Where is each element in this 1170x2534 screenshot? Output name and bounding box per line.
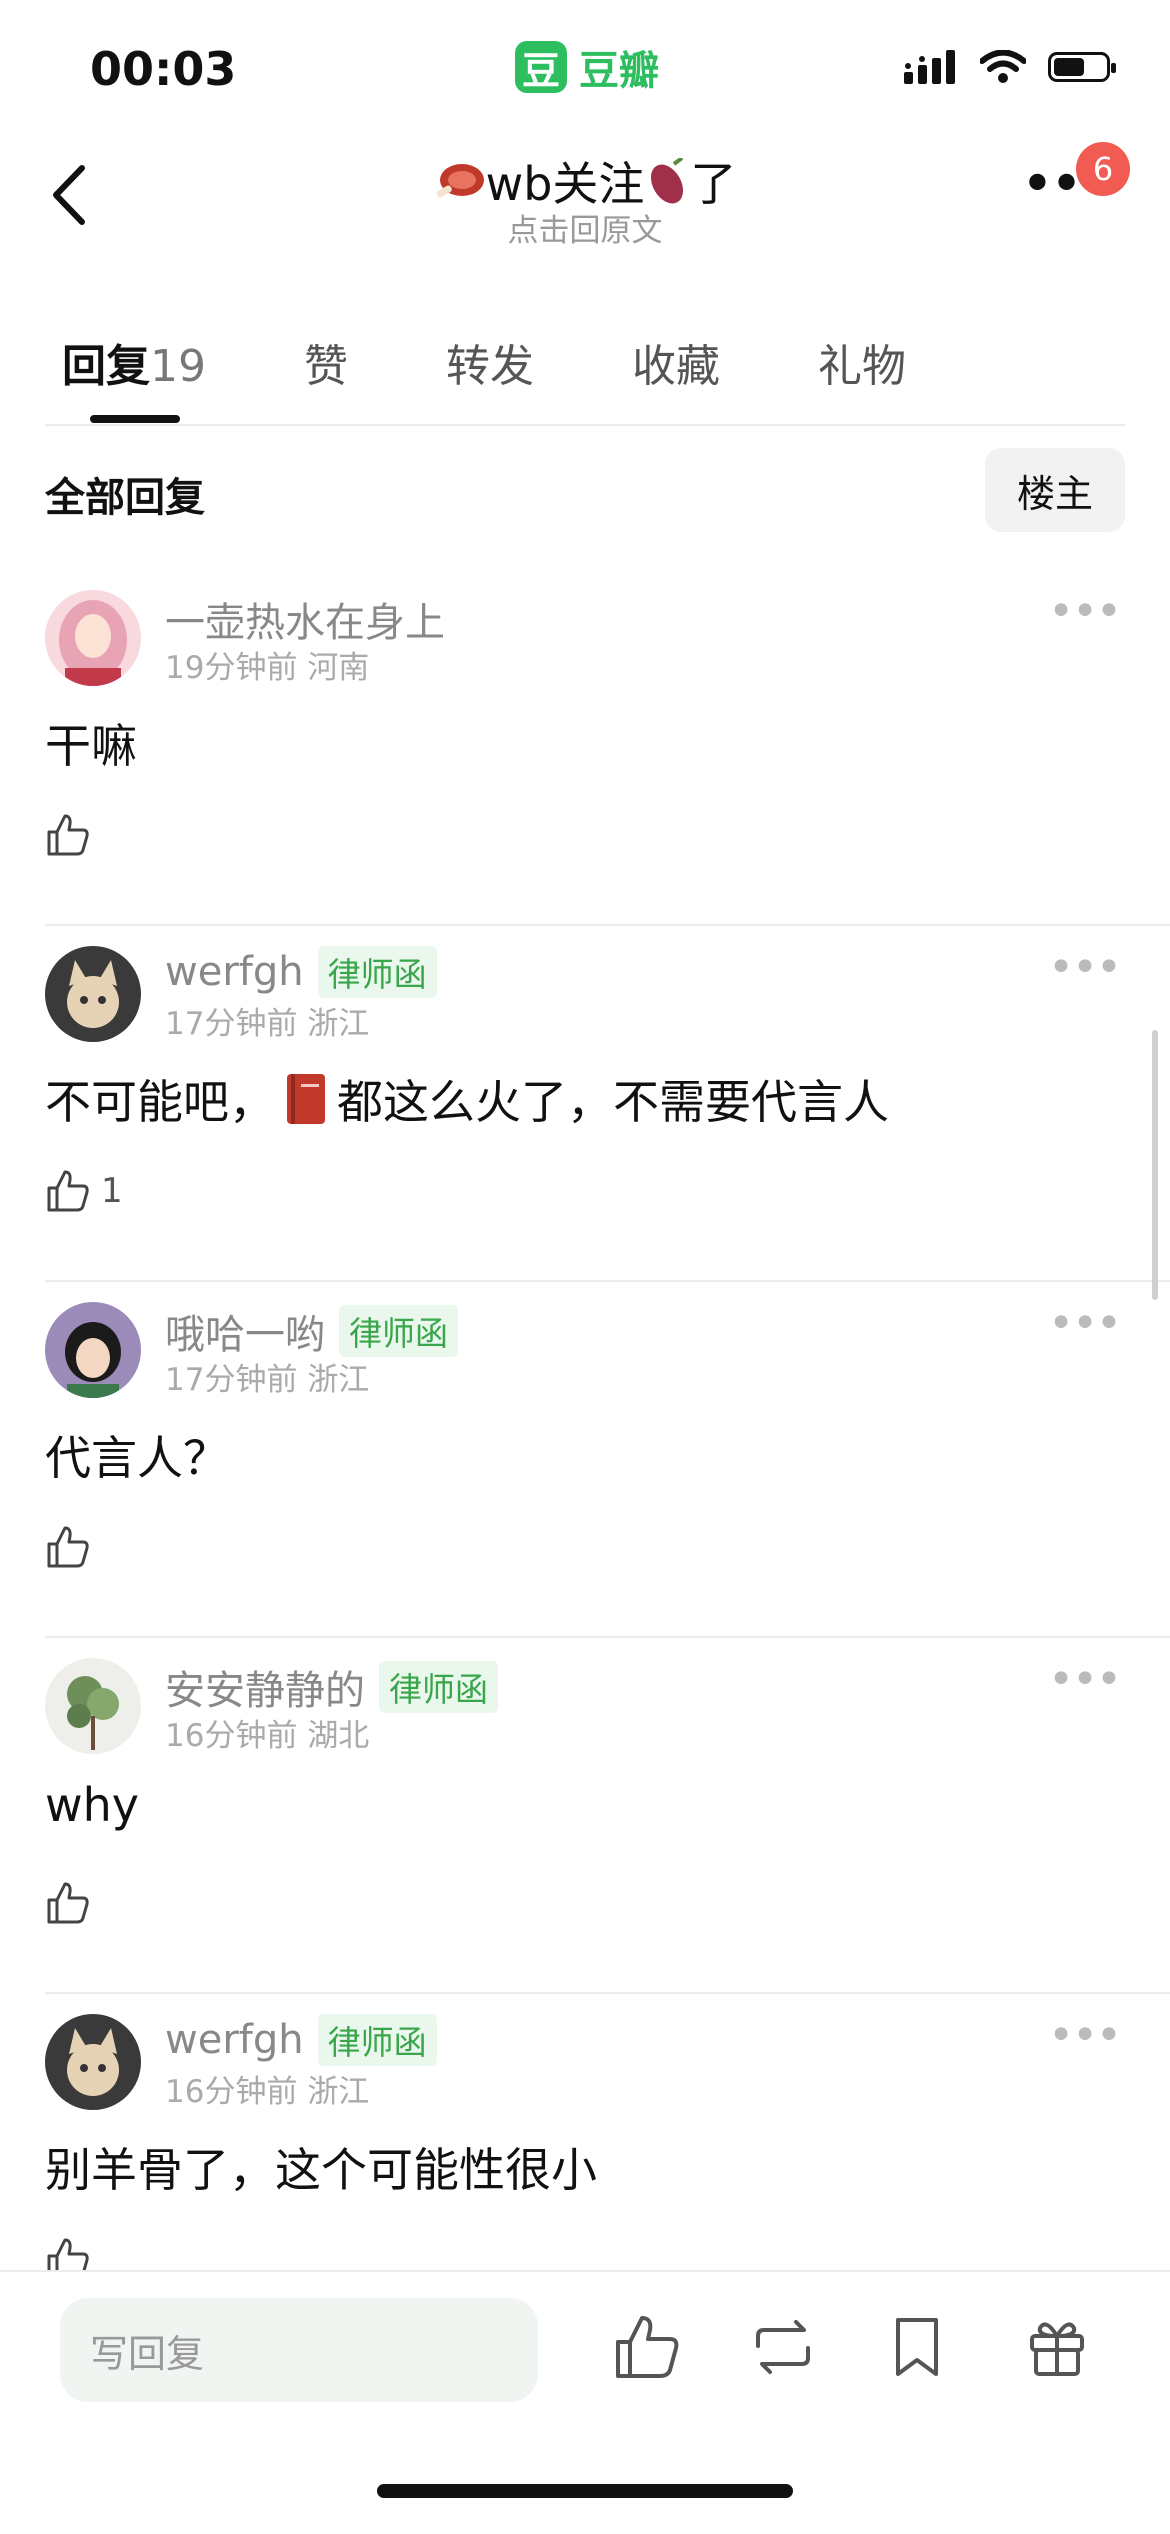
comment-more-icon[interactable]: ••• (1048, 586, 1122, 637)
bookmark-icon[interactable] (882, 2312, 952, 2382)
comment-text: 代言人？ (45, 1431, 229, 1485)
like-count: 1 (101, 1171, 123, 1211)
thumbs-up-icon (47, 1882, 89, 1924)
wifi-icon (980, 50, 1026, 83)
comment-more-icon[interactable]: ••• (1048, 2010, 1122, 2061)
like-post-icon[interactable] (612, 2312, 682, 2382)
comment-text: 干嘛 (45, 719, 137, 773)
comment-username[interactable]: werfgh 律师函 (165, 2014, 437, 2066)
douban-logo-icon: 豆 (515, 41, 567, 93)
scrollbar[interactable] (1152, 1030, 1158, 1300)
comment-meta: 17分钟前 浙江 (165, 998, 369, 1043)
tab-replies-count: 19 (150, 341, 206, 392)
comment-item: werfgh 律师函 17分钟前 浙江 ••• 不可能吧， 都这么火了，不需要代言… (0, 926, 1170, 1282)
op-only-button[interactable]: 楼主 (985, 448, 1125, 532)
comment-username[interactable]: 哦哈一哟 律师函 (165, 1302, 458, 1360)
user-badge: 律师函 (339, 1305, 458, 1357)
comment-text-part: 都这么火了，不需要代言人 (337, 1075, 889, 1129)
comment-username[interactable]: 一壶热水在身上 (165, 590, 445, 648)
gift-icon[interactable] (1022, 2312, 1092, 2382)
title-text: wb关注 (485, 157, 645, 211)
title-suffix: 了 (690, 157, 737, 211)
comment-time: 17分钟前 (165, 1006, 298, 1042)
avatar[interactable] (45, 1658, 141, 1754)
username-text: werfgh (165, 949, 304, 995)
user-badge: 律师函 (317, 2014, 437, 2066)
all-replies-label: 全部回复 (45, 475, 205, 521)
avatar[interactable] (45, 2014, 141, 2110)
comment-item: 安安静静的 律师函 16分钟前 湖北 ••• why (0, 1638, 1170, 1994)
status-app-name: 豆瓣 (579, 48, 659, 94)
username-text: 一壶热水在身上 (165, 600, 445, 646)
girl-avatar-icon (45, 1302, 141, 1398)
comment-more-icon[interactable]: ••• (1048, 942, 1122, 993)
comment-text: why (45, 1778, 139, 1832)
tab-likes[interactable]: 赞 (304, 330, 348, 394)
avatar[interactable] (45, 1302, 141, 1398)
active-tab-indicator (90, 415, 180, 423)
comment-location: 湖北 (307, 1718, 370, 1754)
cat-avatar-icon (45, 946, 141, 1042)
tab-replies-label: 回复 (62, 341, 150, 392)
username-text: 安安静静的 (165, 1668, 365, 1714)
comment-item: 哦哈一哟 律师函 17分钟前 浙江 ••• 代言人？ (0, 1282, 1170, 1638)
avatar[interactable] (45, 590, 141, 686)
comment-time: 19分钟前 (165, 650, 298, 686)
repost-icon[interactable] (748, 2312, 818, 2382)
thumbs-up-icon (47, 814, 89, 856)
like-button[interactable]: 1 (45, 1168, 123, 1214)
tab-favorites[interactable]: 收藏 (632, 330, 720, 394)
home-indicator (377, 2484, 793, 2498)
user-badge: 律师函 (379, 1661, 498, 1713)
pink-hair-avatar-icon (45, 590, 141, 686)
status-icons (904, 50, 1116, 84)
username-text: 哦哈一哟 (165, 1312, 325, 1358)
battery-icon (1048, 52, 1116, 82)
like-button[interactable] (45, 1880, 101, 1926)
like-button[interactable] (45, 1524, 101, 1570)
sweet-potato-emoji-icon (651, 156, 684, 204)
tab-replies[interactable]: 回复19 (62, 330, 206, 394)
avatar[interactable] (45, 946, 141, 1042)
comment-text: 别羊骨了，这个可能性很小 (45, 2143, 597, 2197)
status-time: 00:03 (90, 42, 237, 96)
thumbs-up-icon (47, 1170, 89, 1212)
comment-meta: 19分钟前 河南 (165, 642, 369, 687)
thumbs-up-icon (47, 1526, 89, 1568)
status-app-indicator: 豆 豆瓣 (515, 38, 659, 96)
tab-reposts[interactable]: 转发 (446, 330, 534, 394)
comment-username[interactable]: 安安静静的 律师函 (165, 1658, 498, 1716)
comment-meta: 16分钟前 湖北 (165, 1710, 369, 1755)
comment-location: 河南 (307, 650, 370, 686)
tabs-divider (45, 424, 1125, 426)
reply-input[interactable]: 写回复 (60, 2298, 538, 2402)
comment-meta: 17分钟前 浙江 (165, 1354, 369, 1399)
comment-text: 不可能吧， 都这么火了，不需要代言人 (45, 1066, 889, 1132)
cellular-signal-icon (904, 50, 955, 84)
notification-badge: 6 (1076, 142, 1130, 196)
plant-avatar-icon (45, 1658, 141, 1754)
user-badge: 律师函 (317, 946, 437, 998)
username-text: werfgh (165, 2017, 304, 2063)
comment-item: 一壶热水在身上 19分钟前 河南 ••• 干嘛 (0, 570, 1170, 926)
cat-avatar-icon (45, 2014, 141, 2110)
tab-gifts[interactable]: 礼物 (818, 330, 906, 394)
comment-location: 浙江 (307, 1362, 370, 1398)
comment-location: 浙江 (307, 2074, 370, 2110)
comment-text-part: 不可能吧， (45, 1075, 275, 1129)
comment-meta: 16分钟前 浙江 (165, 2066, 369, 2111)
like-button[interactable] (45, 812, 101, 858)
back-to-original-link[interactable]: 点击回原文 (0, 205, 1170, 250)
comment-location: 浙江 (307, 1006, 370, 1042)
comment-time: 16分钟前 (165, 1718, 298, 1754)
red-book-emoji-icon (287, 1074, 325, 1124)
comment-more-icon[interactable]: ••• (1048, 1654, 1122, 1705)
comment-time: 17分钟前 (165, 1362, 298, 1398)
meat-emoji-icon (436, 164, 484, 198)
comment-more-icon[interactable]: ••• (1048, 1298, 1122, 1349)
reply-tabs: 回复19 赞 转发 收藏 礼物 (62, 330, 1004, 394)
comment-username[interactable]: werfgh 律师函 (165, 946, 437, 998)
comment-time: 16分钟前 (165, 2074, 298, 2110)
